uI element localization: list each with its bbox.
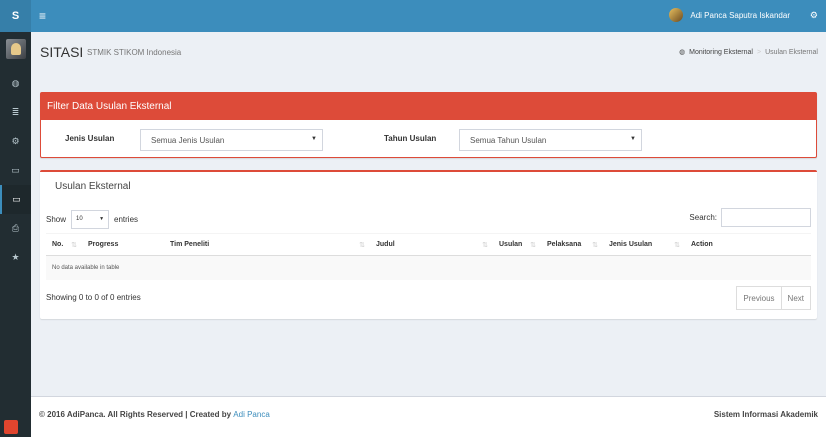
jenis-usulan-select[interactable]: Semua Jenis Usulan ▼ [140, 129, 323, 151]
database-icon: ≣ [11, 107, 20, 117]
sort-icon: ⇅ [592, 242, 598, 249]
search-input[interactable] [721, 208, 811, 227]
jenis-usulan-value: Semua Jenis Usulan [151, 136, 225, 145]
page-title: SITASI [40, 44, 84, 60]
show-label: Show [46, 215, 67, 224]
page-subtitle: STMIK STIKOM Indonesia [87, 48, 182, 57]
brand-logo[interactable]: S [0, 0, 31, 32]
table-box-title: Usulan Eksternal [55, 181, 131, 192]
entries-label: entries [114, 215, 139, 224]
chevron-down-icon: ▼ [630, 136, 636, 142]
print-icon: ⎙ [11, 223, 20, 233]
tahun-usulan-value: Semua Tahun Usulan [470, 136, 547, 145]
column-header[interactable]: No. ⇅ [46, 233, 82, 256]
pagination: Previous Next [736, 286, 811, 310]
column-header[interactable]: Jenis Usulan ⇅ [603, 233, 685, 256]
author-link[interactable]: Adi Panca [233, 410, 269, 419]
chevron-down-icon: ▼ [99, 216, 105, 222]
sort-icon: ⇅ [674, 242, 680, 249]
next-button[interactable]: Next [781, 286, 811, 310]
tahun-usulan-select[interactable]: Semua Tahun Usulan ▼ [459, 129, 642, 151]
filter-box: Filter Data Usulan Eksternal Jenis Usula… [40, 92, 817, 158]
sidebar: S ◍ ≣ ⚙ ▭ ▭ ⎙ ★ [0, 0, 31, 437]
usulan-table: No. ⇅ Progress Tim Peneliti ⇅ Judul ⇅ Usula… [46, 233, 811, 280]
cogs-icon: ⚙ [11, 136, 20, 146]
user-name: Adi Panca Saputra Iskandar [690, 10, 790, 20]
breadcrumb-current: Usulan Eksternal [765, 48, 818, 56]
filter-box-title: Filter Data Usulan Eksternal [41, 93, 816, 120]
footer: © 2016 AdiPanca. All Rights Reserved | C… [31, 396, 826, 437]
search-label: Search: [689, 213, 717, 222]
sort-asc-icon: ⇅ [71, 242, 77, 249]
column-header[interactable]: Pelaksana ⇅ [541, 233, 603, 256]
breadcrumb: ◍ Monitoring Eksternal > Usulan Eksterna… [679, 48, 818, 57]
column-header[interactable]: Tim Peneliti ⇅ [164, 233, 370, 256]
previous-button[interactable]: Previous [736, 286, 782, 310]
user-menu[interactable]: Adi Panca Saputra Iskandar [669, 8, 790, 22]
breadcrumb-link[interactable]: Monitoring Eksternal [689, 49, 753, 56]
user-avatar [5, 39, 26, 59]
empty-table-message: No data available in table [46, 255, 811, 280]
page-length-select[interactable]: 10 ▼ [71, 210, 110, 229]
search-control: Search: [689, 208, 811, 227]
jenis-usulan-label: Jenis Usulan [65, 134, 115, 143]
top-navbar: ≡ Adi Panca Saputra Iskandar ⚙ [31, 0, 826, 32]
column-header[interactable]: Progress [82, 233, 164, 256]
column-header: Action [685, 233, 811, 256]
sidebar-item-favorite[interactable]: ★ [0, 243, 31, 272]
column-header[interactable]: Usulan ⇅ [493, 233, 541, 256]
page-length-value: 10 [76, 216, 83, 222]
dashboard-icon: ◍ [679, 49, 686, 56]
content-header: SITASI STMIK STIKOM Indonesia ◍ Monitori… [31, 32, 826, 90]
sort-icon: ⇅ [359, 242, 365, 249]
user-avatar-small [669, 8, 684, 22]
star-icon: ★ [11, 252, 20, 262]
menu-toggle-icon[interactable]: ≡ [39, 10, 46, 22]
length-control: Show 10 ▼ entries [46, 210, 138, 229]
sidebar-item-settings[interactable]: ⚙ [0, 127, 31, 156]
copyright-text: © 2016 AdiPanca. All Rights Reserved | C… [39, 410, 232, 419]
desktop-icon: ▭ [12, 194, 21, 204]
footer-copyright: © 2016 AdiPanca. All Rights Reserved | C… [39, 410, 270, 419]
sidebar-item-monitoring-internal[interactable]: ▭ [0, 156, 31, 185]
footer-app-name: Sistem Informasi Akademik [713, 410, 818, 419]
dashboard-icon: ◍ [11, 78, 20, 88]
table-row: No data available in table [46, 255, 811, 280]
sidebar-item-data[interactable]: ≣ [0, 98, 31, 127]
sidebar-item-monitoring-eksternal[interactable]: ▭ [0, 185, 31, 214]
column-header[interactable]: Judul ⇅ [370, 233, 493, 256]
table-info: Showing 0 to 0 of 0 entries [46, 293, 141, 302]
sort-icon: ⇅ [482, 242, 488, 249]
table-header-row: No. ⇅ Progress Tim Peneliti ⇅ Judul ⇅ Usula… [46, 233, 811, 256]
tahun-usulan-label: Tahun Usulan [384, 134, 437, 143]
desktop-icon: ▭ [11, 165, 20, 175]
chevron-down-icon: ▼ [311, 136, 317, 142]
sidebar-item-print[interactable]: ⎙ [0, 214, 31, 243]
app-logo-icon [4, 420, 18, 434]
sidebar-item-dashboard[interactable]: ◍ [0, 69, 31, 98]
control-sidebar-gears-icon[interactable]: ⚙ [810, 10, 818, 21]
breadcrumb-separator: > [756, 48, 762, 56]
sort-icon: ⇅ [530, 242, 536, 249]
usulan-table-box: Usulan Eksternal Show 10 ▼ entries Searc… [40, 170, 817, 319]
